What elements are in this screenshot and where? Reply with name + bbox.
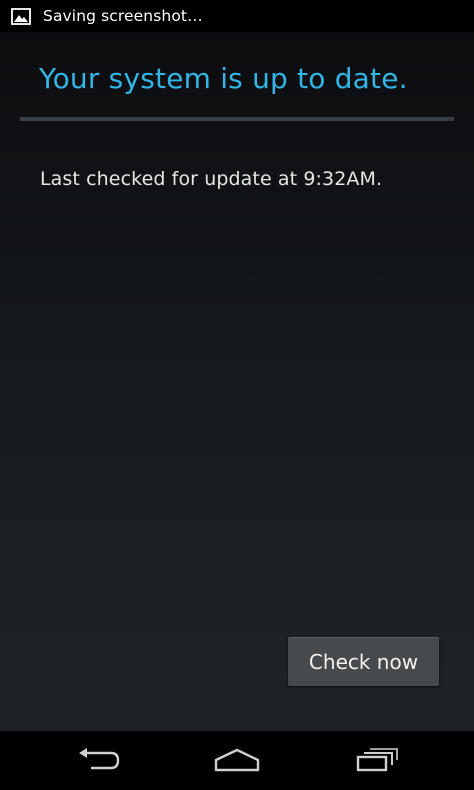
- home-icon: [213, 746, 261, 776]
- last-checked-text: Last checked for update at 9:32AM.: [40, 168, 383, 190]
- image-icon: [11, 7, 31, 25]
- page-title: Your system is up to date.: [39, 62, 408, 95]
- check-now-button[interactable]: Check now: [288, 637, 439, 686]
- navigation-bar: [0, 731, 474, 790]
- title-divider: [20, 117, 454, 121]
- status-notification-text: Saving screenshot…: [43, 7, 203, 25]
- recent-apps-button[interactable]: [336, 731, 418, 790]
- status-bar: Saving screenshot…: [0, 0, 474, 32]
- home-button[interactable]: [196, 731, 278, 790]
- system-update-screen: Saving screenshot… Your system is up to …: [0, 0, 474, 790]
- back-button[interactable]: [58, 731, 140, 790]
- back-icon: [77, 746, 121, 776]
- recent-apps-icon: [355, 746, 399, 776]
